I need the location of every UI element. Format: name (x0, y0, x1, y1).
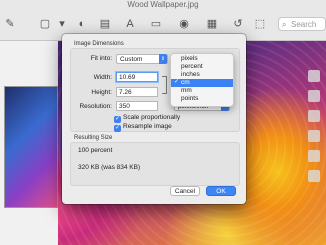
adjust-icon[interactable]: ◐ (76, 17, 88, 31)
cancel-button[interactable]: Cancel (170, 186, 200, 196)
menu-item-label: cm (181, 79, 190, 86)
unit-dropdown-menu: pixels percent inches ✓ cm mm points (170, 53, 234, 107)
result-percent: 100 percent (78, 147, 113, 154)
menu-item-inches[interactable]: inches (171, 71, 233, 79)
width-field[interactable]: 10.69 (116, 72, 158, 82)
menu-item-mm[interactable]: mm (171, 87, 233, 95)
desktop-file-icon[interactable] (308, 110, 320, 122)
window-title: Wood Wallpaper.jpg (127, 0, 199, 9)
resolution-label: Resolution: (79, 103, 112, 110)
pencil-icon[interactable]: ✎ (4, 17, 16, 31)
menu-item-label: pixels (181, 55, 198, 62)
height-field[interactable]: 7.26 (116, 87, 158, 97)
fit-into-select[interactable]: Custom ⇕ (116, 54, 168, 64)
chevron-updown-icon: ⇕ (159, 54, 167, 64)
shapes-icon[interactable]: ▢ (38, 17, 52, 31)
menu-item-label: inches (181, 71, 200, 78)
resample-image-checkbox[interactable]: ✓ Resample image (114, 123, 172, 132)
desktop-file-icon[interactable] (308, 70, 320, 82)
desktop-file-icon[interactable] (308, 90, 320, 102)
menu-item-label: mm (181, 87, 192, 94)
ok-button[interactable]: OK (206, 186, 236, 196)
search-placeholder: Search (291, 20, 317, 29)
menu-item-label: percent (181, 63, 203, 70)
checkmark-icon: ✓ (114, 116, 121, 123)
desktop-file-icon[interactable] (308, 130, 320, 142)
fit-into-label: Fit into: (90, 55, 112, 62)
fit-into-value: Custom (120, 56, 143, 63)
desktop-file-icon[interactable] (308, 150, 320, 162)
desktop-file-icon[interactable] (308, 170, 320, 182)
text-icon[interactable]: ▾ (56, 17, 68, 31)
search-icon: ⌕ (282, 20, 287, 29)
scale-proportionally-label: Scale proportionally (123, 114, 181, 121)
width-label: Width: (93, 74, 112, 81)
checkmark-icon: ✓ (114, 125, 121, 132)
link-lock-icon[interactable] (162, 76, 167, 94)
markup-icon[interactable]: ▭ (150, 17, 162, 31)
rotate-icon[interactable]: A (124, 17, 136, 31)
resolution-field[interactable]: 350 (116, 101, 158, 111)
thumbnail-image[interactable] (4, 86, 58, 208)
preview-sidebar (0, 40, 58, 245)
menu-item-percent[interactable]: percent (171, 63, 233, 71)
resulting-size-title: Resulting Size (74, 135, 113, 141)
result-size: 320 KB (was 834 KB) (78, 164, 141, 171)
rotate-left-icon[interactable]: ↺ (232, 17, 244, 31)
desktop-icons (308, 70, 322, 190)
resample-image-label: Resample image (123, 123, 172, 130)
checkmark-icon: ✓ (174, 79, 180, 85)
sidebar-icon[interactable]: ◉ (178, 17, 190, 31)
menu-item-points[interactable]: points (171, 95, 233, 103)
menu-item-cm[interactable]: ✓ cm (171, 79, 233, 87)
color-icon[interactable]: ▦ (206, 17, 218, 31)
menu-item-pixels[interactable]: pixels (171, 55, 233, 63)
search-input[interactable]: ⌕ Search (278, 17, 326, 31)
share-icon[interactable]: ▤ (98, 17, 112, 31)
edit-icon[interactable]: ⬚ (254, 17, 266, 31)
image-dimensions-title: Image Dimensions (74, 41, 124, 47)
menu-item-label: points (181, 95, 199, 102)
scale-proportionally-checkbox[interactable]: ✓ Scale proportionally (114, 114, 180, 123)
height-label: Height: (91, 89, 112, 96)
